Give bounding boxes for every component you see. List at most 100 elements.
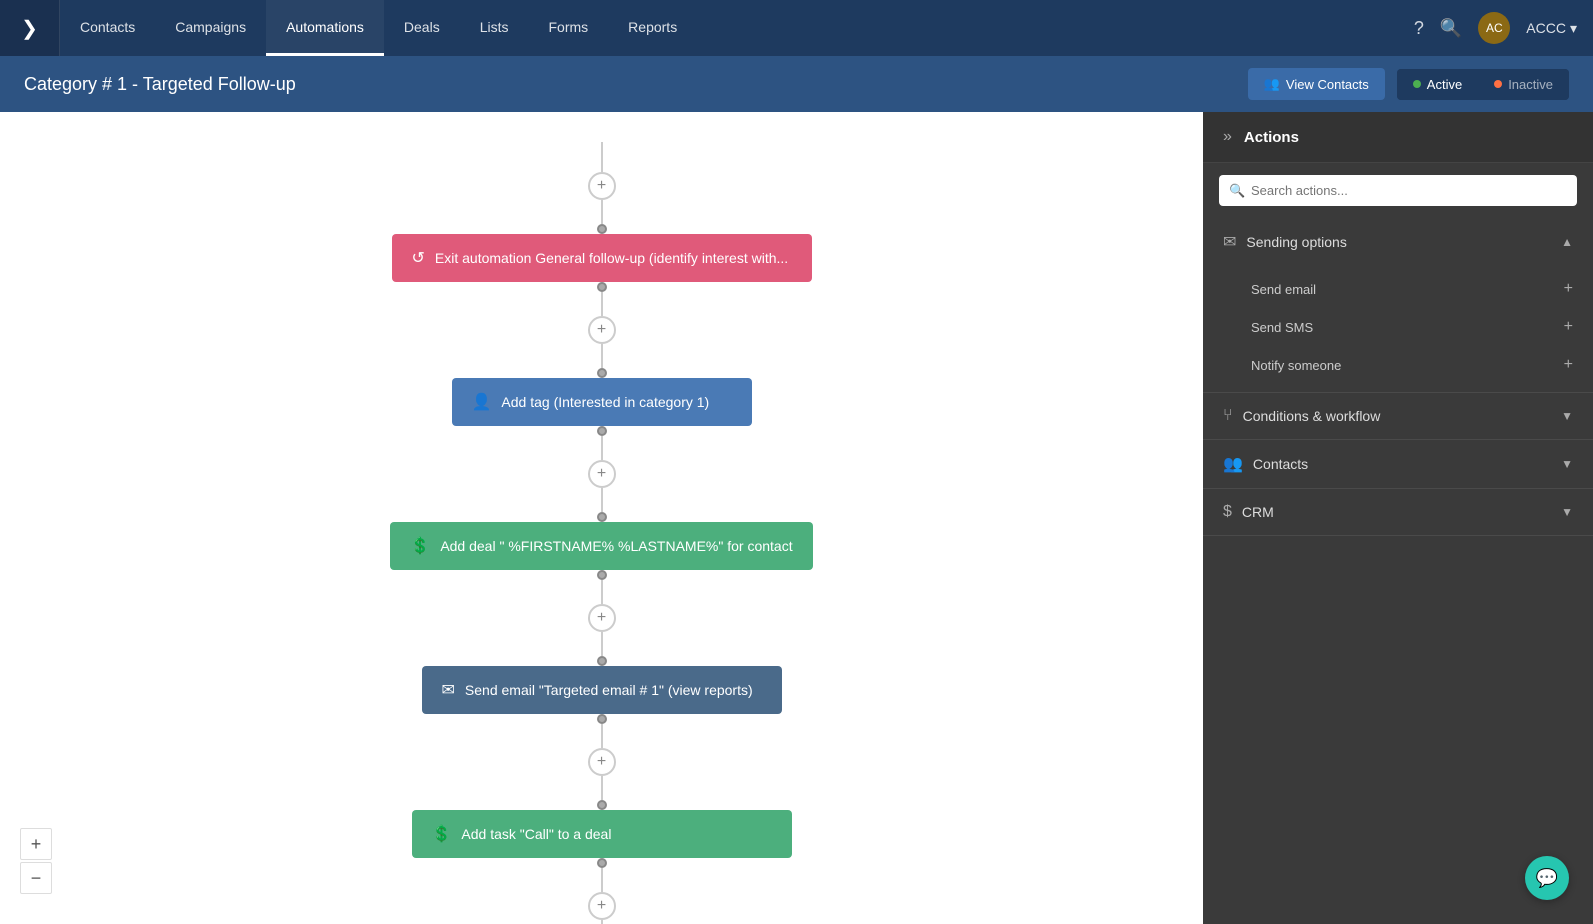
send-email-opt-plus-icon[interactable]: + (1564, 280, 1573, 298)
send-sms-opt-label: Send SMS (1251, 320, 1313, 335)
sidebar-collapse-button[interactable]: » (1223, 128, 1232, 146)
node-add-task[interactable]: 💲 Add task "Call" to a deal (412, 810, 792, 858)
sidebar-section-header-conditions-workflow[interactable]: ⑂ Conditions & workflow ▼ (1203, 393, 1593, 439)
dot-6 (597, 656, 607, 666)
add-deal-node-label: Add deal " %FIRSTNAME% %LASTNAME%" for c… (440, 538, 792, 554)
send-sms-opt-plus-icon[interactable]: + (1564, 318, 1573, 336)
active-dot (1413, 80, 1421, 88)
automation-canvas[interactable]: + ↺ Exit automation General follow-up (i… (0, 112, 1203, 924)
contacts-section-label: Contacts (1253, 456, 1308, 472)
connector-10 (601, 920, 603, 924)
dot-4 (597, 512, 607, 522)
sidebar-item-send-sms-opt[interactable]: Send SMS + (1203, 308, 1593, 346)
connector-8 (601, 776, 603, 800)
nav-item-automations[interactable]: Automations (266, 0, 384, 56)
nav-item-forms[interactable]: Forms (529, 0, 609, 56)
zoom-out-button[interactable]: − (20, 862, 52, 894)
add-tag-node-label: Add tag (Interested in category 1) (501, 394, 709, 410)
nav-item-contacts[interactable]: Contacts (60, 0, 155, 56)
sidebar-section-crm: $CRM▼ (1203, 489, 1593, 536)
nav-item-campaigns[interactable]: Campaigns (155, 0, 266, 56)
dot-2 (597, 368, 607, 378)
sidebar-section-contacts: 👥Contacts▼ (1203, 440, 1593, 489)
dot-7 (597, 714, 607, 724)
page-title: Category # 1 - Targeted Follow-up (24, 74, 1248, 95)
logo-icon: ❯ (21, 16, 38, 41)
zoom-in-button[interactable]: + (20, 828, 52, 860)
nav-item-lists[interactable]: Lists (460, 0, 529, 56)
node-send-email[interactable]: ✉ Send email "Targeted email # 1" (view … (422, 666, 782, 714)
crm-chevron-icon: ▼ (1561, 505, 1573, 519)
send-email-opt-label: Send email (1251, 282, 1316, 297)
contacts-chevron-icon: ▼ (1561, 457, 1573, 471)
add-button-3[interactable]: + (588, 604, 616, 632)
sidebar-section-header-contacts[interactable]: 👥Contacts▼ (1203, 440, 1593, 488)
sidebar-section-header-sending-options[interactable]: ✉Sending options▲ (1203, 218, 1593, 266)
conditions-workflow-chevron-icon: ▼ (1561, 409, 1573, 423)
connector-4 (601, 488, 603, 512)
sending-options-chevron-icon: ▲ (1561, 235, 1573, 249)
connector-6 (601, 632, 603, 656)
add-button-5[interactable]: + (588, 892, 616, 920)
nav-item-reports[interactable]: Reports (608, 0, 697, 56)
view-contacts-button[interactable]: 👥 View Contacts (1248, 68, 1385, 100)
connector-7 (601, 724, 603, 748)
logo-button[interactable]: ❯ (0, 0, 60, 56)
search-icon: 🔍 (1229, 183, 1245, 199)
add-button-4[interactable]: + (588, 748, 616, 776)
avatar[interactable]: AC (1478, 12, 1510, 44)
start-line (601, 142, 603, 172)
sidebar-item-notify-someone-opt[interactable]: Notify someone + (1203, 346, 1593, 384)
add-button-1[interactable]: + (588, 316, 616, 344)
help-icon[interactable]: ? (1414, 18, 1424, 39)
add-button-2[interactable]: + (588, 460, 616, 488)
actions-sidebar: » Actions 🔍 ✉Sending options▲ Send email +… (1203, 112, 1593, 924)
top-navigation: ❯ ContactsCampaignsAutomationsDealsLists… (0, 0, 1593, 56)
nav-right: ? 🔍 AC ACCC ▾ (1414, 12, 1593, 44)
sending-options-sub-items: Send email + Send SMS + Notify someone + (1203, 266, 1593, 392)
dot-1 (597, 282, 607, 292)
exit-node-label: Exit automation General follow-up (ident… (435, 250, 788, 266)
sending-options-section-icon: ✉ (1223, 232, 1236, 252)
inactive-toggle-button[interactable]: Inactive (1478, 69, 1569, 100)
dot-8 (597, 800, 607, 810)
chat-button[interactable]: 💬 (1525, 856, 1569, 900)
nav-items: ContactsCampaignsAutomationsDealsListsFo… (60, 0, 1414, 56)
sidebar-item-send-email-opt[interactable]: Send email + (1203, 270, 1593, 308)
exit-node-icon: ↺ (412, 248, 425, 268)
crm-section-icon: $ (1223, 503, 1232, 521)
notify-someone-opt-label: Notify someone (1251, 358, 1341, 373)
flow-container: + ↺ Exit automation General follow-up (i… (0, 132, 1203, 924)
search-input[interactable] (1219, 175, 1577, 206)
account-menu[interactable]: ACCC ▾ (1526, 20, 1577, 37)
status-toggle-group: Active Inactive (1397, 69, 1569, 100)
connector-5 (601, 580, 603, 604)
search-icon[interactable]: 🔍 (1440, 18, 1462, 39)
chevron-down-icon: ▾ (1570, 20, 1577, 37)
dot-0 (597, 224, 607, 234)
connector-1 (601, 292, 603, 316)
dot-3 (597, 426, 607, 436)
active-toggle-button[interactable]: Active (1397, 69, 1478, 100)
connector-9 (601, 868, 603, 892)
sidebar-sections: ✉Sending options▲Send email+Send SMS+Not… (1203, 218, 1593, 536)
sidebar-header: » Actions (1203, 112, 1593, 163)
node-add-deal[interactable]: 💲 Add deal " %FIRSTNAME% %LASTNAME%" for… (390, 522, 812, 570)
notify-someone-opt-plus-icon[interactable]: + (1564, 356, 1573, 374)
add-tag-node-icon: 👤 (472, 392, 492, 412)
node-exit[interactable]: ↺ Exit automation General follow-up (ide… (392, 234, 812, 282)
sidebar-search-area: 🔍 (1203, 163, 1593, 218)
sidebar-section-header-crm[interactable]: $CRM▼ (1203, 489, 1593, 535)
node-add-tag[interactable]: 👤 Add tag (Interested in category 1) (452, 378, 752, 426)
inactive-dot (1494, 80, 1502, 88)
sidebar-section-conditions-workflow: ⑂ Conditions & workflow ▼ (1203, 393, 1593, 440)
subheader: Category # 1 - Targeted Follow-up 👥 View… (0, 56, 1593, 112)
add-task-node-icon: 💲 (432, 824, 452, 844)
dot-5 (597, 570, 607, 580)
send-email-node-icon: ✉ (442, 680, 455, 700)
connector-3 (601, 436, 603, 460)
conditions-workflow-section-icon: ⑂ (1223, 407, 1233, 425)
conditions-workflow-section-label: Conditions & workflow (1243, 408, 1381, 424)
nav-item-deals[interactable]: Deals (384, 0, 460, 56)
add-button-0[interactable]: + (588, 172, 616, 200)
